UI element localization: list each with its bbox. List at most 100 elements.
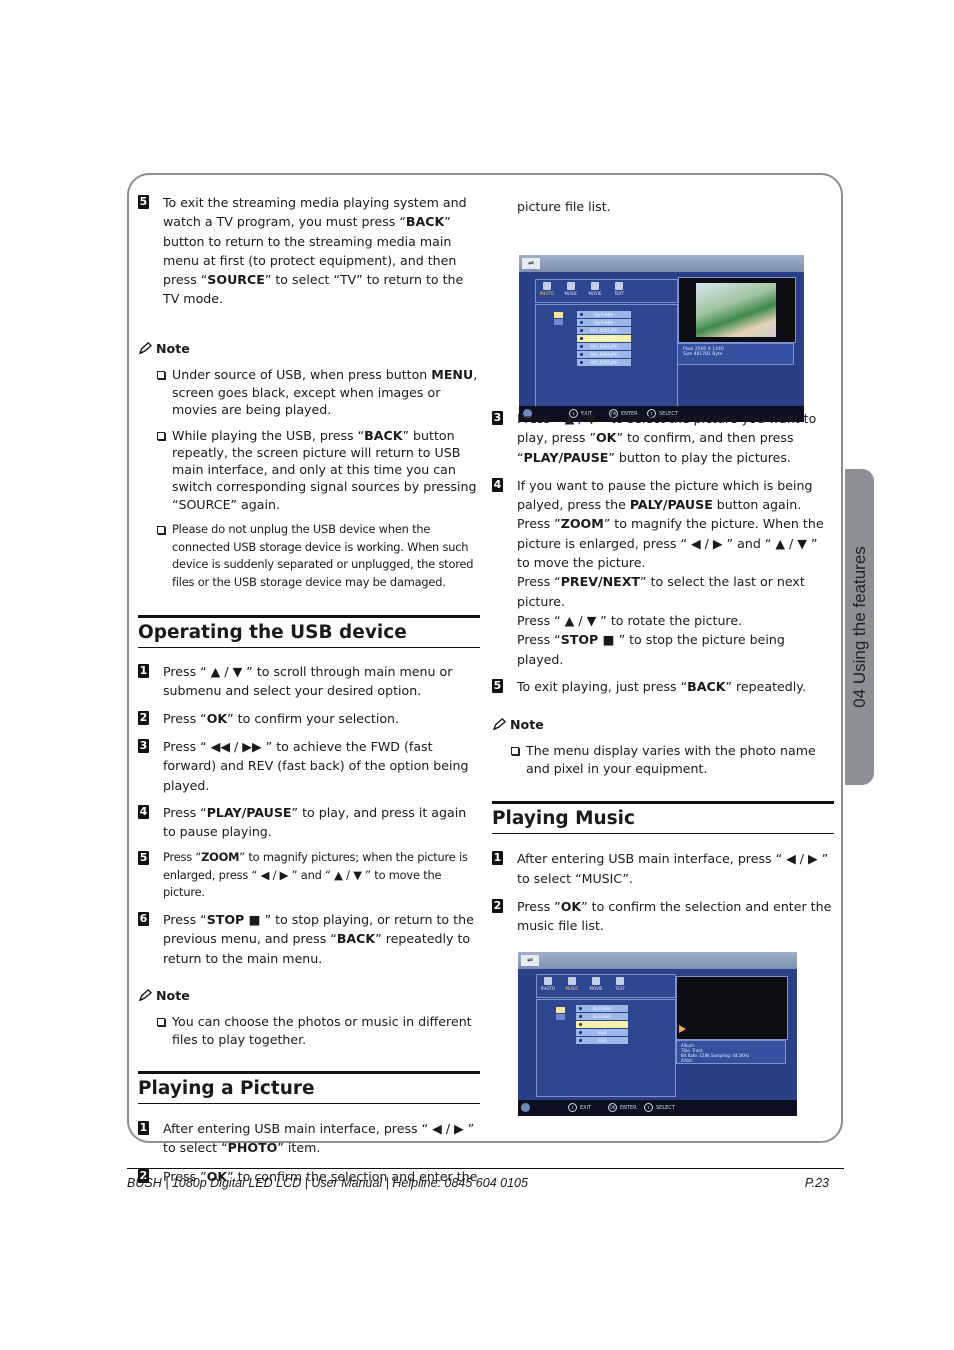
pencil-icon bbox=[492, 718, 507, 731]
file-row[interactable]: Up Folder bbox=[576, 1013, 628, 1020]
file-bullet-icon bbox=[579, 1015, 582, 1018]
note-item: Please do not unplug the USB device when… bbox=[138, 521, 480, 591]
note-heading: Note bbox=[138, 339, 480, 358]
file-row[interactable]: Up Folder bbox=[576, 1005, 628, 1012]
hint-select: ↕ SELECT bbox=[644, 1103, 675, 1112]
step-number: 5 bbox=[492, 678, 503, 693]
file-bullet-icon bbox=[579, 1039, 582, 1042]
file-row[interactable]: 002_0002.JPG bbox=[577, 335, 631, 342]
note-text: Under source of USB, when press button M… bbox=[172, 367, 478, 418]
file-bullet-icon bbox=[580, 329, 583, 332]
checkbox-bullet-icon bbox=[157, 431, 165, 440]
file-row[interactable]: mp3 bbox=[576, 1037, 628, 1044]
step-number: 3 bbox=[492, 411, 503, 425]
category-music: MUSIC bbox=[564, 977, 580, 991]
category-movie: MOVIE bbox=[588, 977, 604, 991]
folder-icon bbox=[554, 312, 563, 318]
step-item: 1 Press “ ▲ / ▼ ” to scroll through main … bbox=[138, 662, 480, 701]
text-icon bbox=[615, 282, 623, 290]
section-operating-usb: Operating the USB device bbox=[138, 615, 480, 649]
step-text: Press ”OK” to confirm the selection and … bbox=[517, 899, 832, 934]
step-number: 4 bbox=[138, 804, 149, 819]
note-title: Note bbox=[156, 987, 190, 1003]
music-icon bbox=[568, 977, 576, 985]
file-row[interactable]: 001_0001.JPG bbox=[577, 327, 631, 334]
pencil-icon bbox=[138, 989, 153, 1002]
photo-browser-screenshot: ⇌ PHOTO MUSIC MOVIE TEXT Up Folder Up Fol… bbox=[519, 255, 804, 422]
step-number: 3 bbox=[138, 738, 149, 753]
hint-bar: ↕ EXIT OK ENTER ↕ SELECT bbox=[518, 1100, 797, 1116]
category-text: TEXT bbox=[611, 282, 627, 296]
info-line: Artist: bbox=[681, 1058, 694, 1063]
step-text: Press “ZOOM” to magnify pictures; when t… bbox=[163, 850, 468, 900]
step-number: 6 bbox=[138, 911, 149, 926]
page-number: P.23 bbox=[804, 1176, 829, 1190]
note-block-3: Note The menu display varies with the ph… bbox=[492, 715, 834, 777]
note-text: While playing the USB, press “BACK” butt… bbox=[172, 427, 477, 512]
section-heading: Playing Music bbox=[492, 808, 635, 830]
photo-icon bbox=[543, 282, 551, 290]
usb-icon: ⇌ bbox=[522, 258, 540, 269]
file-row[interactable]: Up Folder bbox=[577, 311, 631, 318]
note-item: While playing the USB, press “BACK” butt… bbox=[138, 427, 480, 513]
step-item: 5 To exit playing, just press “BACK” repe… bbox=[492, 677, 834, 696]
player-panel bbox=[676, 976, 788, 1040]
text-icon bbox=[616, 977, 624, 985]
page-footer: BUSH | 1080p Digital LED LCD | User Manu… bbox=[127, 1176, 829, 1190]
file-bullet-icon bbox=[580, 337, 583, 340]
file-bullet-icon bbox=[579, 1023, 582, 1026]
footer-divider bbox=[127, 1168, 844, 1169]
ok-icon: OK bbox=[608, 1103, 617, 1112]
step-text: Press “PLAY/PAUSE” to play, and press it… bbox=[163, 804, 467, 840]
step-exit-streaming: 5 To exit the streaming media playing sy… bbox=[138, 193, 480, 309]
photo-icon bbox=[544, 977, 552, 985]
file-row[interactable]: 003_0003.JPG bbox=[577, 343, 631, 350]
updown-icon: ↕ bbox=[644, 1103, 653, 1112]
photo-info-panel: Pixel 2560 X 1440 Size 481781 Byte bbox=[677, 343, 794, 365]
folder-icon bbox=[556, 1007, 565, 1013]
note-item: Under source of USB, when press button M… bbox=[138, 366, 480, 419]
right-column: picture file list. bbox=[492, 197, 834, 216]
section-heading: Operating the USB device bbox=[138, 622, 407, 644]
music-browser-screenshot: ⇌ PHOTO MUSIC MOVIE TEXT Up Folder Up Fol… bbox=[518, 952, 797, 1116]
note-title: Note bbox=[156, 340, 190, 356]
category-movie: MOVIE bbox=[587, 282, 603, 296]
photo-preview bbox=[696, 283, 776, 337]
hint-enter: OK ENTER bbox=[608, 1103, 637, 1112]
left-column: 5 To exit the streaming media playing sy… bbox=[138, 193, 480, 1186]
file-bullet-icon bbox=[580, 345, 583, 348]
step-text: After entering USB main interface, press… bbox=[163, 1121, 475, 1156]
footer-manual-info: BUSH | 1080p Digital LED LCD | User Manu… bbox=[127, 1176, 528, 1190]
step-text: Press “OK” to confirm your selection. bbox=[163, 710, 400, 726]
photo-file-list: Up Folder Up Folder 001_0001.JPG 002_0002.J… bbox=[577, 311, 631, 367]
file-row[interactable]: 005_0005.JPG bbox=[577, 359, 631, 366]
music-info-panel: Album: Title: Track Bit Rate: 128K Samplin… bbox=[676, 1040, 786, 1064]
step-item: 3 Press “ ▲ / ▼ ” to select the picture y… bbox=[492, 409, 834, 467]
step-item: 4 Press “PLAY/PAUSE” to play, and press i… bbox=[138, 803, 480, 842]
note-item: The menu display varies with the photo n… bbox=[492, 742, 834, 777]
file-bullet-icon bbox=[579, 1007, 582, 1010]
note-heading: Note bbox=[492, 715, 834, 734]
checkbox-bullet-icon bbox=[157, 371, 165, 380]
note-text: The menu display varies with the photo n… bbox=[526, 743, 816, 776]
step-item: 4 If you want to pause the picture which … bbox=[492, 476, 834, 669]
step-item: 2 Press ”OK” to confirm the selection and… bbox=[492, 897, 834, 936]
music-file-list: Up Folder Up Folder mp3 mp3 bbox=[576, 1005, 628, 1045]
folder-icon bbox=[556, 1014, 565, 1020]
step-item: 1 After entering USB main interface, pres… bbox=[138, 1119, 480, 1158]
file-row[interactable]: mp3 bbox=[576, 1029, 628, 1036]
step-number: 4 bbox=[492, 477, 503, 492]
section-playing-picture: Playing a Picture bbox=[138, 1071, 480, 1105]
music-icon bbox=[567, 282, 575, 290]
file-row[interactable] bbox=[576, 1021, 628, 1028]
category-music: MUSIC bbox=[563, 282, 579, 296]
file-row[interactable]: Up Folder bbox=[577, 319, 631, 326]
file-row[interactable]: 004_0004.JPG bbox=[577, 351, 631, 358]
step-number: 1 bbox=[492, 851, 503, 866]
note-item: You can choose the photos or music in di… bbox=[138, 1013, 480, 1048]
continuation-text: picture file list. bbox=[517, 199, 611, 214]
note-block-2: Note You can choose the photos or music … bbox=[138, 986, 480, 1048]
folder-icon bbox=[554, 319, 563, 325]
file-bullet-icon bbox=[580, 361, 583, 364]
screen-topbar bbox=[518, 952, 797, 969]
